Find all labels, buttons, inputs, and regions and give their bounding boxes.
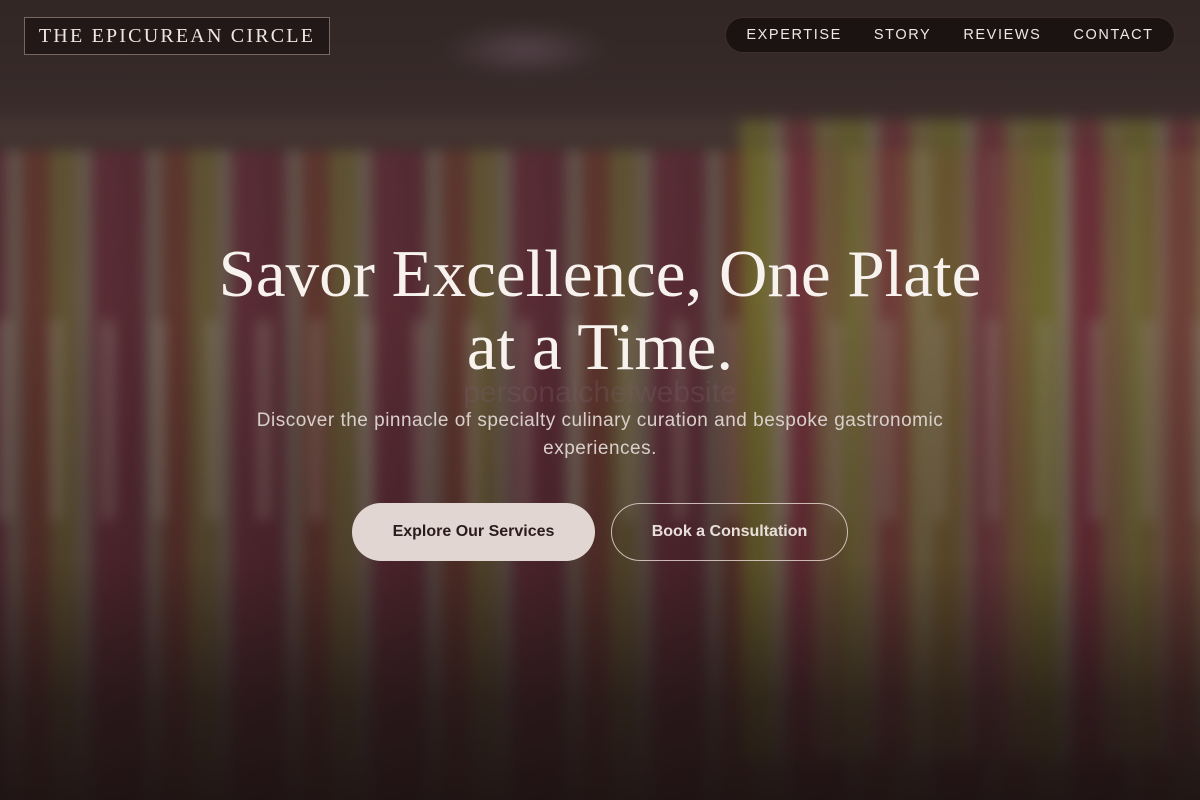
hero-headline-line2: at a Time. (466, 310, 734, 384)
main-nav: EXPERTISE STORY REVIEWS CONTACT (725, 17, 1175, 53)
nav-link-contact[interactable]: CONTACT (1057, 27, 1169, 43)
watermark-text: personalchefwebsite (463, 376, 737, 409)
hero-headline-line1: Savor Excellence, One Plate (218, 237, 982, 311)
explore-services-button[interactable]: Explore Our Services (352, 503, 595, 561)
book-consultation-button[interactable]: Book a Consultation (611, 503, 848, 561)
nav-link-reviews[interactable]: REVIEWS (947, 27, 1057, 43)
hero-subtitle: Discover the pinnacle of specialty culin… (256, 410, 944, 459)
nav-link-story[interactable]: STORY (858, 27, 947, 43)
brand-logo[interactable]: THE EPICUREAN CIRCLE (24, 17, 330, 55)
hero-section: THE EPICUREAN CIRCLE EXPERTISE STORY REV… (0, 0, 1200, 800)
nav-link-expertise[interactable]: EXPERTISE (730, 27, 858, 43)
hero-headline: Savor Excellence, One Plate at a Time. (100, 238, 1100, 384)
